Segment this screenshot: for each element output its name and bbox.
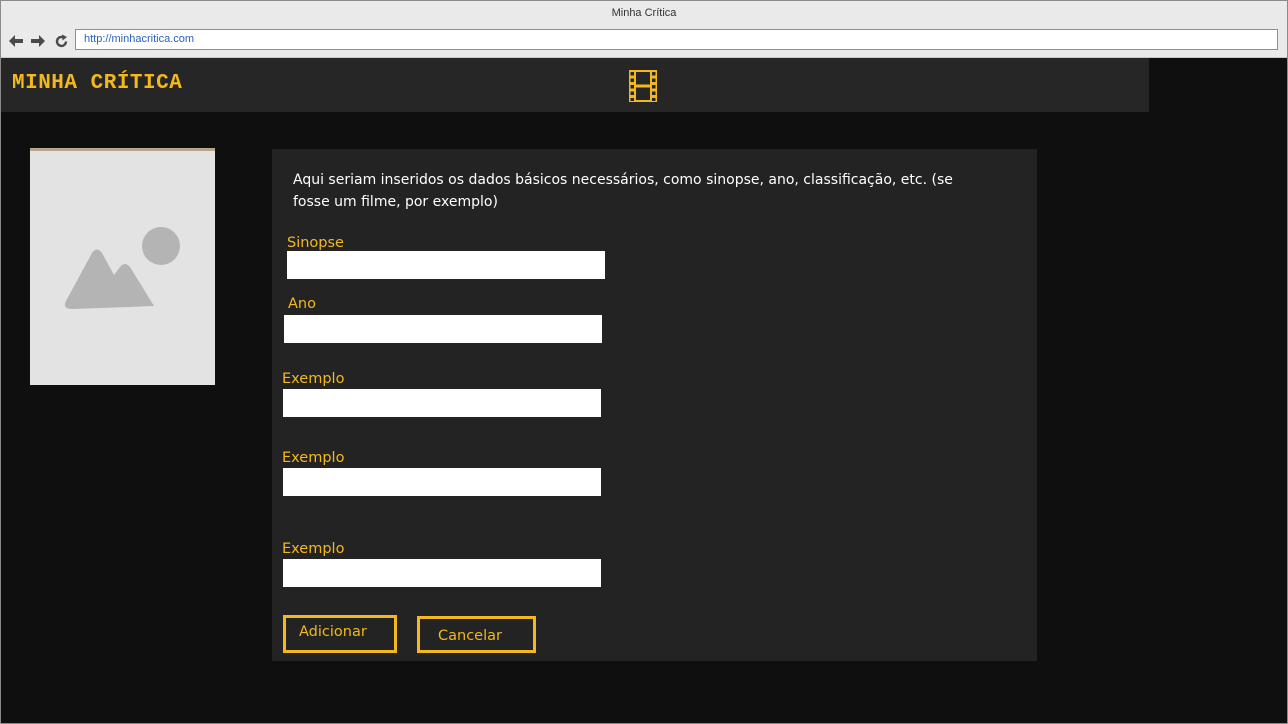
- exemplo-input-3[interactable]: [283, 559, 601, 587]
- field-label-exemplo-3: Exemplo: [282, 541, 345, 557]
- ano-input[interactable]: [284, 315, 602, 343]
- site-brand[interactable]: MINHA CRÍTICA: [12, 72, 182, 95]
- field-label-exemplo-1: Exemplo: [282, 371, 345, 387]
- browser-window: Minha Crítica http://minhacritica.com MI…: [0, 0, 1288, 724]
- title-bar: Minha Crítica: [1, 1, 1287, 27]
- reload-icon[interactable]: [52, 30, 70, 52]
- field-label-ano: Ano: [288, 296, 316, 312]
- cancel-button[interactable]: Cancelar: [417, 616, 536, 653]
- form-description: Aqui seriam inseridos os dados básicos n…: [293, 172, 953, 210]
- header-bar: MINHA CRÍTICA: [1, 58, 1149, 112]
- image-placeholder[interactable]: [30, 148, 215, 385]
- sinopse-input[interactable]: [287, 251, 605, 279]
- field-label-sinopse: Sinopse: [287, 235, 344, 251]
- window-title: Minha Crítica: [611, 7, 677, 19]
- field-label-exemplo-2: Exemplo: [282, 450, 345, 466]
- browser-toolbar: http://minhacritica.com: [1, 27, 1287, 58]
- image-placeholder-icon: [64, 227, 180, 309]
- add-button[interactable]: Adicionar: [283, 615, 397, 653]
- site-header: MINHA CRÍTICA: [1, 58, 1287, 112]
- exemplo-input-2[interactable]: [283, 468, 601, 496]
- address-bar[interactable]: http://minhacritica.com: [75, 29, 1278, 50]
- forward-arrow-icon[interactable]: [29, 30, 47, 52]
- film-strip-icon: [628, 69, 658, 103]
- back-arrow-icon[interactable]: [7, 30, 25, 52]
- exemplo-input-1[interactable]: [283, 389, 601, 417]
- details-form-panel: Aqui seriam inseridos os dados básicos n…: [272, 149, 1037, 661]
